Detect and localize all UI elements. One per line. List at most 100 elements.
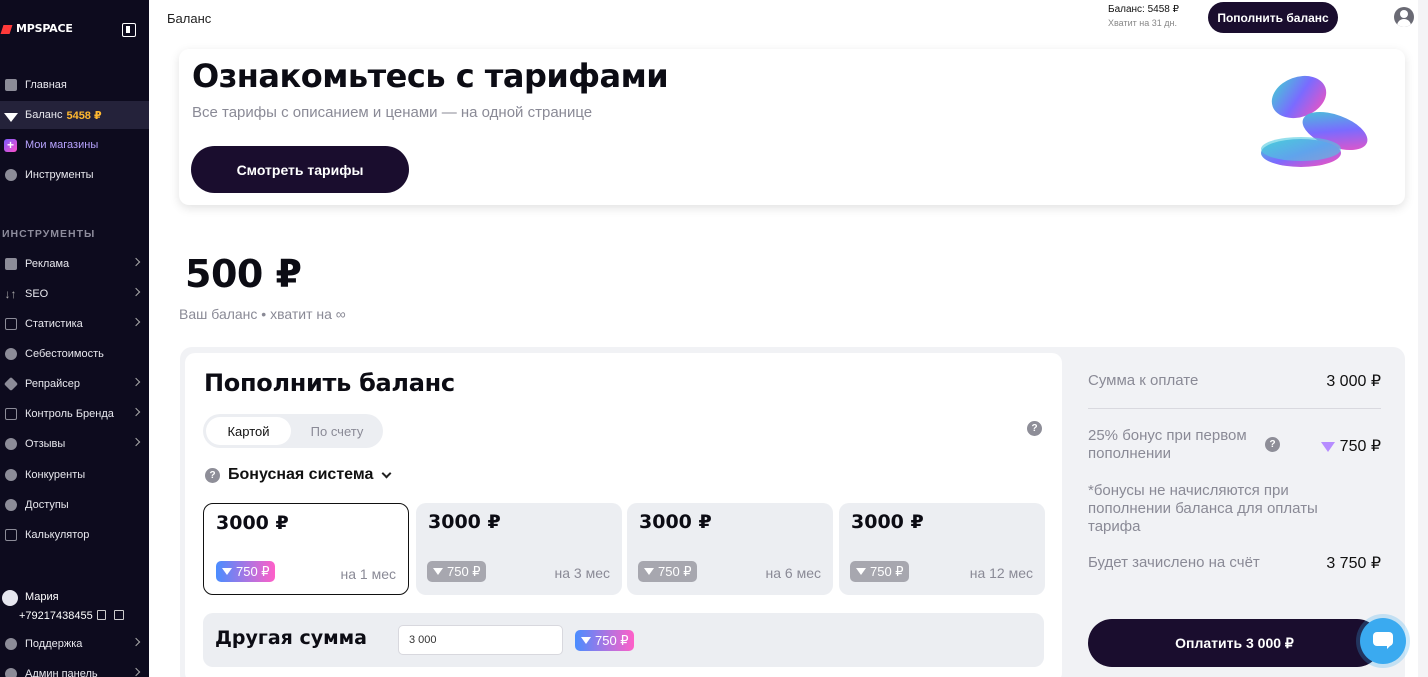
sidebar-item-admin[interactable]: Админ панель — [0, 660, 149, 677]
payment-method-tabs: Картой По счету — [203, 414, 383, 448]
bonus-badge: 750 ₽ — [427, 561, 486, 582]
gear-icon — [3, 168, 18, 183]
sidebar-item-label: Конкуренты — [25, 469, 86, 481]
sidebar-balance-value: 5458 ₽ — [66, 109, 102, 122]
chevron-right-icon — [131, 287, 141, 297]
chat-icon[interactable] — [1360, 618, 1406, 664]
summary-divider — [1088, 408, 1381, 409]
collapse-sidebar-icon[interactable] — [122, 23, 136, 37]
sidebar-item-ads[interactable]: Реклама — [0, 250, 149, 278]
help-icon[interactable]: ? — [1265, 437, 1280, 452]
page-title: Баланс — [167, 11, 212, 26]
bonus-badge: 750 ₽ — [575, 630, 634, 651]
bonus-badge: 750 ₽ — [216, 561, 275, 582]
sidebar-item-label: Баланс — [25, 109, 63, 121]
chart-icon — [3, 317, 18, 332]
sidebar-item-competitors[interactable]: Конкуренты — [0, 461, 149, 489]
logout-icon[interactable] — [114, 610, 124, 620]
sidebar-item-seo[interactable]: ↓↑ SEO — [0, 280, 149, 308]
pay-button[interactable]: Оплатить 3 000 ₽ — [1088, 619, 1381, 667]
chevron-right-icon — [131, 407, 141, 417]
tab-invoice[interactable]: По счету — [294, 417, 380, 445]
view-tariffs-button[interactable]: Смотреть тарифы — [191, 146, 409, 193]
admin-icon — [3, 667, 18, 677]
sidebar-item-home[interactable]: Главная — [0, 71, 149, 99]
diamond-icon — [1320, 441, 1335, 452]
bonus-badge: 750 ₽ — [638, 561, 697, 582]
robot-icon — [3, 257, 18, 272]
sidebar-item-label: Себестоимость — [25, 348, 104, 360]
plan-option-6m[interactable]: 3000 ₽ 750 ₽ на 6 мес — [627, 503, 833, 595]
logo-text: MPSPACE — [16, 22, 73, 35]
sidebar-item-access[interactable]: Доступы — [0, 491, 149, 519]
promo-title: Ознакомьтесь с тарифами — [192, 57, 669, 95]
tag-icon — [3, 376, 18, 392]
building-icon — [3, 407, 18, 422]
chevron-right-icon — [131, 437, 141, 447]
sidebar-item-label: Мои магазины — [25, 139, 99, 151]
sidebar-item-stats[interactable]: Статистика — [0, 310, 149, 338]
bonus-note: *бонусы не начисляются при пополнении ба… — [1088, 482, 1318, 535]
credited-value: 3 750 ₽ — [1326, 555, 1381, 572]
topup-balance-button[interactable]: Пополнить баланс — [1208, 2, 1338, 33]
header-days-left: Хватит на 31 дн. — [1108, 18, 1177, 28]
balance-subtitle: Ваш баланс • хватит на ∞ — [179, 306, 346, 322]
user-phone: +79217438455 — [19, 610, 93, 622]
plan-period: на 6 мес — [765, 565, 822, 581]
sidebar: MPSPACE Главная Баланс 5458 ₽ + Мои мага… — [0, 0, 149, 677]
sidebar-item-label: Поддержка — [25, 638, 83, 650]
sidebar-item-balance[interactable]: Баланс 5458 ₽ — [0, 101, 149, 129]
amount-input[interactable] — [398, 625, 563, 655]
header-balance: Баланс: 5458 ₽ — [1108, 4, 1179, 15]
bonus-system-label: Бонусная система — [228, 466, 374, 483]
plan-option-1m[interactable]: 3000 ₽ 750 ₽ на 1 мес — [203, 503, 409, 595]
sidebar-item-label: Калькулятор — [25, 529, 90, 541]
chevron-right-icon — [131, 257, 141, 267]
chevron-down-icon — [381, 468, 392, 478]
plan-price: 3000 ₽ — [639, 511, 712, 533]
sidebar-item-label: Репрайсер — [25, 378, 81, 390]
balance-amount: 500 ₽ — [185, 252, 302, 296]
tab-card[interactable]: Картой — [206, 417, 291, 445]
sidebar-item-label: Статистика — [25, 318, 83, 330]
user-name: Мария — [25, 591, 59, 603]
sidebar-item-label: Админ панель — [25, 668, 98, 677]
sidebar-item-shops[interactable]: + Мои магазины — [0, 131, 149, 159]
sidebar-item-label: Инструменты — [25, 169, 94, 181]
rocket-icon — [2, 23, 12, 35]
sidebar-item-label: Контроль Бренда — [25, 408, 114, 420]
sidebar-item-label: Доступы — [25, 499, 69, 511]
plan-price: 3000 ₽ — [216, 512, 289, 534]
sidebar-item-support[interactable]: Поддержка — [0, 630, 149, 658]
sidebar-section-title: ИНСТРУМЕНТЫ — [2, 228, 96, 240]
help-icon — [3, 637, 18, 652]
plan-period: на 3 мес — [554, 565, 611, 581]
plan-option-12m[interactable]: 3000 ₽ 750 ₽ на 12 мес — [839, 503, 1045, 595]
to-pay-label: Сумма к оплате — [1088, 372, 1199, 389]
sidebar-item-tools[interactable]: Инструменты — [0, 161, 149, 189]
account-icon[interactable] — [1394, 7, 1414, 27]
sidebar-item-label: Реклама — [25, 258, 70, 270]
sidebar-item-calculator[interactable]: Калькулятор — [0, 521, 149, 549]
sidebar-item-cost[interactable]: Себестоимость — [0, 340, 149, 368]
promo-subtitle: Все тарифы с описанием и ценами — на одн… — [192, 104, 593, 121]
scrollbar[interactable] — [1418, 0, 1428, 677]
other-amount-row: Другая сумма 750 ₽ — [203, 613, 1044, 667]
logo[interactable]: MPSPACE — [2, 22, 73, 35]
plan-option-3m[interactable]: 3000 ₽ 750 ₽ на 3 мес — [416, 503, 622, 595]
to-pay-value: 3 000 ₽ — [1326, 373, 1381, 390]
sidebar-item-repricer[interactable]: Репрайсер — [0, 370, 149, 398]
plus-square-icon: + — [3, 138, 18, 153]
shield-icon — [3, 468, 18, 483]
help-icon[interactable]: ? — [205, 467, 220, 483]
copy-icon[interactable] — [97, 610, 106, 620]
bonus-value: 750 ₽ — [1339, 438, 1381, 455]
bonus-badge: 750 ₽ — [850, 561, 909, 582]
bonus-system-toggle[interactable]: ? Бонусная система — [205, 466, 392, 484]
help-icon[interactable]: ? — [1027, 421, 1042, 436]
sidebar-item-brand-control[interactable]: Контроль Бренда — [0, 400, 149, 428]
coins-illustration — [1261, 75, 1368, 167]
plan-price: 3000 ₽ — [851, 511, 924, 533]
chevron-right-icon — [131, 377, 141, 387]
sidebar-item-reviews[interactable]: Отзывы — [0, 430, 149, 458]
